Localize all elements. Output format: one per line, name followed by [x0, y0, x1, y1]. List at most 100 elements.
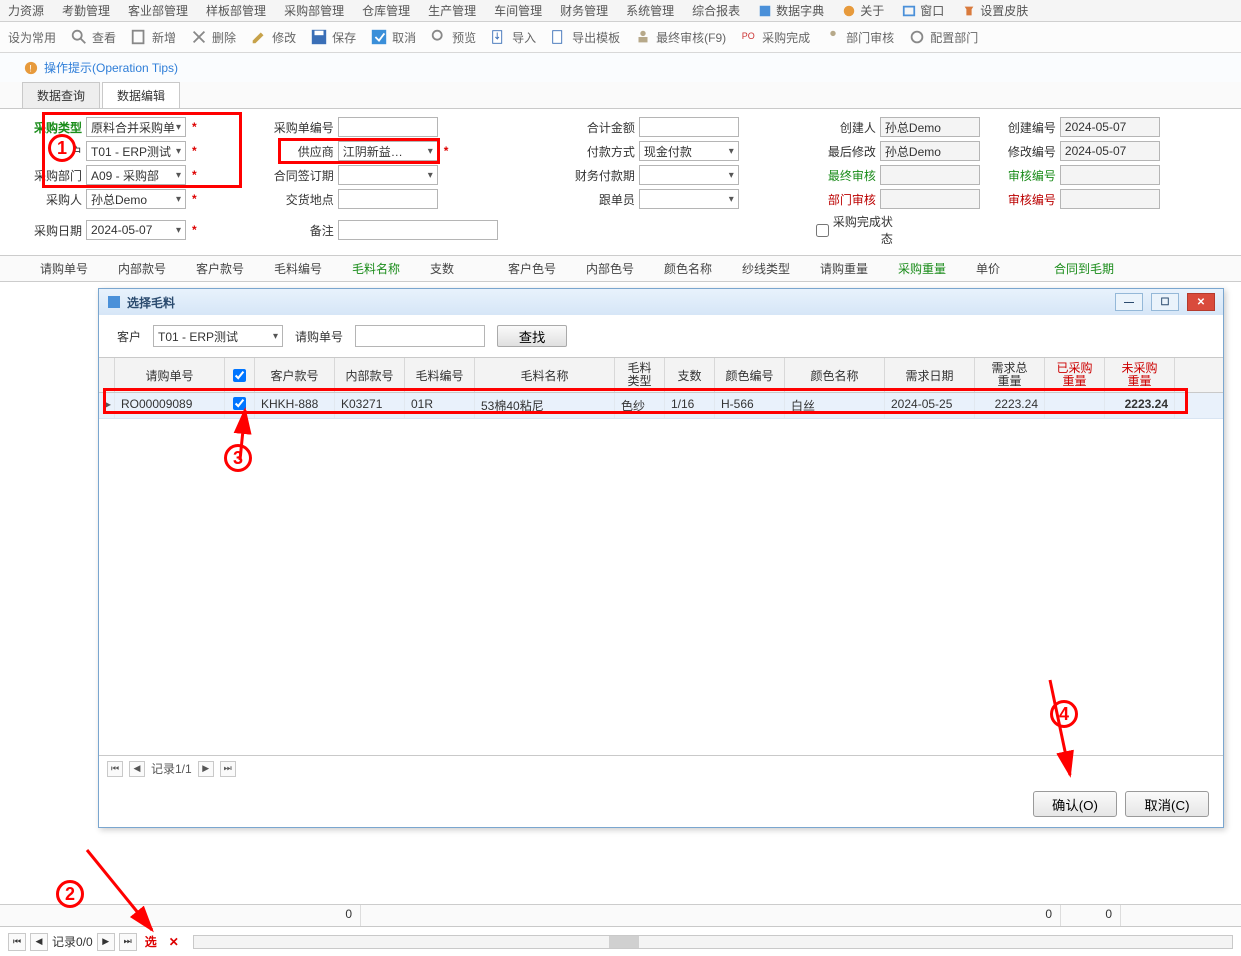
lbl-done: 采购完成状态 — [833, 213, 893, 247]
lbl-modifier: 最后修改 — [816, 143, 876, 160]
tb-cancel[interactable]: 取消 — [370, 28, 416, 46]
tb-export-tpl[interactable]: 导出模板 — [550, 28, 620, 46]
tb-final-audit[interactable]: 最终审核(F9) — [634, 28, 726, 46]
min-button[interactable]: — — [1115, 293, 1143, 311]
bp-select[interactable]: 选 — [141, 933, 161, 950]
table-row[interactable]: ▸ RO00009089 KHKH-888 K03271 01R 53棉40粘尼… — [99, 393, 1223, 419]
fld-cust[interactable]: T01 - ERP测试 — [86, 141, 186, 161]
svg-text:PO: PO — [742, 31, 755, 41]
pg-prev[interactable]: ◀ — [129, 761, 145, 777]
bp-last[interactable]: ⏭ — [119, 933, 137, 951]
pg-last[interactable]: ⏭ — [220, 761, 236, 777]
svg-text:!: ! — [29, 63, 32, 74]
fld-deptchk — [880, 189, 980, 209]
menu-item[interactable]: 客业部管理 — [128, 2, 188, 19]
tb-dept-audit[interactable]: 部门审核 — [824, 28, 894, 46]
fld-dept[interactable]: A09 - 采购部 — [86, 165, 186, 185]
lbl-chkno: 审核编号 — [996, 167, 1056, 184]
fld-buyer[interactable]: 孙总Demo — [86, 189, 186, 209]
dialog-title: 选择毛料 — [127, 294, 175, 311]
fld-deliv[interactable] — [338, 189, 438, 209]
fld-follow[interactable] — [639, 189, 739, 209]
menu-item[interactable]: 仓库管理 — [362, 2, 410, 19]
bottom-pager: ⏮ ◀ 记录0/0 ▶ ⏭ 选 ✕ — [0, 926, 1241, 956]
dialog-titlebar[interactable]: 选择毛料 — ☐ ✕ — [99, 289, 1223, 315]
dlg-fld-req[interactable] — [355, 325, 485, 347]
cancel-button[interactable]: 取消(C) — [1125, 791, 1209, 817]
row-chk[interactable] — [233, 397, 246, 410]
tab-query[interactable]: 数据查询 — [22, 82, 100, 108]
dlg-fld-cust[interactable]: T01 - ERP测试 — [153, 325, 283, 347]
tb-add[interactable]: 新增 — [130, 28, 176, 46]
fld-finpay[interactable] — [639, 165, 739, 185]
lbl-final: 最终审核 — [816, 167, 876, 184]
lbl-dept: 采购部门 — [22, 167, 82, 184]
bp-next[interactable]: ▶ — [97, 933, 115, 951]
menu-item[interactable]: 样板部管理 — [206, 2, 266, 19]
menubar: 力资源 考勤管理 客业部管理 样板部管理 采购部管理 仓库管理 生产管理 车间管… — [0, 0, 1241, 22]
lbl-total: 合计金额 — [575, 119, 635, 136]
chk-done[interactable] — [816, 224, 829, 237]
fld-remark[interactable] — [338, 220, 498, 240]
lbl-pono: 采购单编号 — [274, 119, 334, 136]
bp-prev[interactable]: ◀ — [30, 933, 48, 951]
menu-item[interactable]: 采购部管理 — [284, 2, 344, 19]
fld-modifier: 孙总Demo — [880, 141, 980, 161]
ok-button[interactable]: 确认(O) — [1033, 791, 1117, 817]
tb-edit[interactable]: 修改 — [250, 28, 296, 46]
tb-view[interactable]: 查看 — [70, 28, 116, 46]
search-button[interactable]: 查找 — [497, 325, 567, 347]
fld-pay[interactable]: 现金付款 — [639, 141, 739, 161]
menu-item[interactable]: 车间管理 — [494, 2, 542, 19]
menu-skin[interactable]: 设置皮肤 — [962, 2, 1028, 19]
bp-clear[interactable]: ✕ — [165, 935, 183, 949]
tb-fav[interactable]: 设为常用 — [8, 29, 56, 46]
toolbar: 设为常用 查看 新增 删除 修改 保存 取消 预览 导入 导出模板 最终审核(F… — [0, 22, 1241, 53]
menu-about[interactable]: 关于 — [842, 2, 884, 19]
lbl-sign: 合同签订期 — [274, 167, 334, 184]
lbl-finpay: 财务付款期 — [575, 167, 635, 184]
menu-item[interactable]: 财务管理 — [560, 2, 608, 19]
fld-supp[interactable]: 江阴新益… — [338, 141, 438, 161]
bp-label: 记录0/0 — [52, 933, 93, 950]
grid-header: 请购单号内部款号客户款号 毛料编号毛料名称支数 客户色号内部色号颜色名称 纱线类… — [0, 255, 1241, 282]
tb-config-dept[interactable]: 配置部门 — [908, 28, 978, 46]
tb-del[interactable]: 删除 — [190, 28, 236, 46]
fld-chkno — [1060, 165, 1160, 185]
fld-final — [880, 165, 980, 185]
dialog-grid: 请购单号 客户款号 内部款号 毛料编号 毛料名称 毛料类型 支数 颜色编号 颜色… — [99, 357, 1223, 755]
menu-window[interactable]: 窗口 — [902, 2, 944, 19]
menu-item[interactable]: 力资源 — [8, 2, 44, 19]
dialog-actions: 确认(O) 取消(C) — [99, 781, 1223, 827]
dlg-lbl-cust: 客户 — [117, 328, 141, 345]
pg-label: 记录1/1 — [151, 760, 192, 777]
tb-preview[interactable]: 预览 — [430, 28, 476, 46]
warn-icon: ! — [24, 61, 38, 75]
pg-first[interactable]: ⏮ — [107, 761, 123, 777]
tab-edit[interactable]: 数据编辑 — [102, 82, 180, 108]
fld-date[interactable]: 2024-05-07 — [86, 220, 186, 240]
fld-sign[interactable] — [338, 165, 438, 185]
dg-head-chk[interactable] — [233, 369, 246, 382]
tb-import[interactable]: 导入 — [490, 28, 536, 46]
tb-save[interactable]: 保存 — [310, 28, 356, 46]
menu-item[interactable]: 生产管理 — [428, 2, 476, 19]
pg-next[interactable]: ▶ — [198, 761, 214, 777]
menu-item[interactable]: 综合报表 — [692, 2, 740, 19]
close-button[interactable]: ✕ — [1187, 293, 1215, 311]
dlg-lbl-req: 请购单号 — [295, 328, 343, 345]
max-button[interactable]: ☐ — [1151, 293, 1179, 311]
menu-item[interactable]: 系统管理 — [626, 2, 674, 19]
fld-modno: 2024-05-07 — [1060, 141, 1160, 161]
menu-datadict[interactable]: 数据字典 — [758, 2, 824, 19]
tb-po-done[interactable]: PO采购完成 — [740, 28, 810, 46]
dialog-pager: ⏮ ◀ 记录1/1 ▶ ⏭ — [99, 755, 1223, 781]
fld-total[interactable] — [639, 117, 739, 137]
bp-first[interactable]: ⏮ — [8, 933, 26, 951]
horizontal-scrollbar[interactable] — [193, 935, 1233, 949]
fld-type[interactable]: 原料合并采购单 — [86, 117, 186, 137]
menu-item[interactable]: 考勤管理 — [62, 2, 110, 19]
operation-tips[interactable]: ! 操作提示(Operation Tips) — [0, 53, 1241, 82]
lbl-cust: 客户 — [22, 143, 82, 160]
fld-pono[interactable] — [338, 117, 438, 137]
